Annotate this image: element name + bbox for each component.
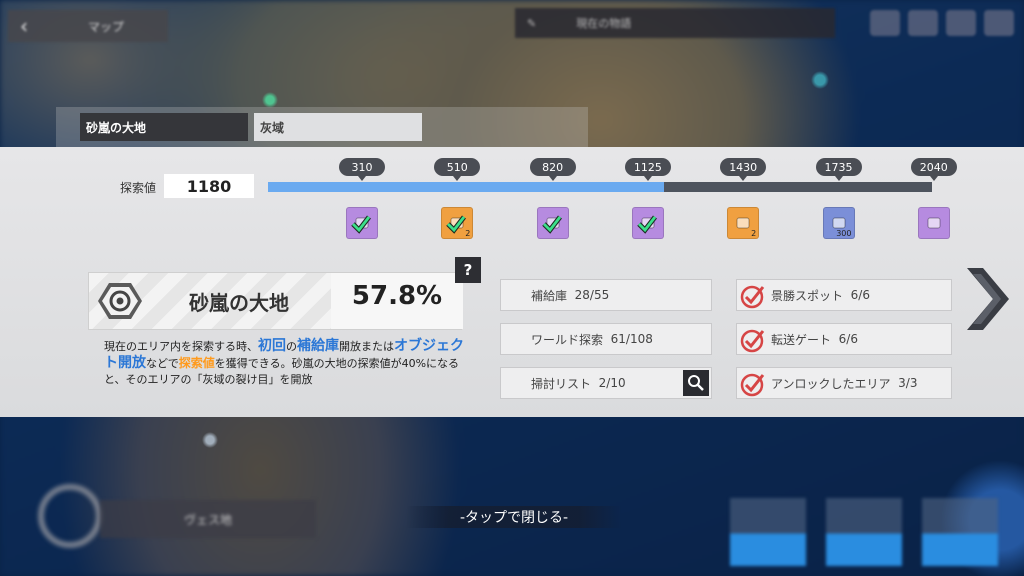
milestone-marker: 1735 [815,158,862,181]
map-gear-icon[interactable] [38,484,102,548]
stat-sweep-list[interactable]: 掃討リスト 2/10 [500,367,712,399]
reward-quantity: 2 [465,229,471,238]
bottom-slot[interactable] [922,498,998,566]
completed-check-icon [740,329,765,353]
milestone-marker: 2040 [910,158,957,181]
milestone-marker: 1430 [720,158,767,181]
region-label[interactable]: ヴェス地 [100,500,316,538]
desc-highlight: 初回 [258,338,286,354]
back-label: マップ [88,19,125,34]
desc-text: 現在のエリア内を探索する時、 [104,340,258,353]
material-icon[interactable]: 2 [441,207,474,239]
desc-highlight: 補給庫 [297,338,339,354]
resource-slot-icon[interactable] [908,10,938,36]
stat-teleport-gates[interactable]: 転送ゲート 6/6 [736,323,952,355]
stat-value: 28/55 [574,288,610,302]
area-exploration-percent: 57.8% [351,281,443,311]
tab-label: 砂嵐の大地 [86,120,147,135]
stat-value: 6/6 [838,332,858,346]
stat-value: 3/3 [898,376,918,390]
completed-check-icon [740,285,765,309]
quest-tracker[interactable]: ✎ 現在の物語 [515,8,835,38]
resource-slot-icon[interactable] [984,10,1014,36]
tab-ash-zone[interactable]: 灰域 [254,113,422,141]
completed-check-icon [740,373,765,397]
book-icon[interactable]: 2 [727,207,760,239]
reward-quantity: 300 [836,229,852,238]
item-glyph-icon [927,217,941,229]
back-chevron-icon: ‹ [20,14,28,38]
stat-label: 掃討リスト [531,376,592,391]
milestone-marker: 510 [434,158,481,181]
exploration-progress-fill [268,182,664,192]
stat-label: 転送ゲート [771,332,832,347]
currency-icon[interactable]: 300 [822,207,855,239]
back-button[interactable]: ‹ マップ [8,10,168,42]
claimed-check-icon [541,215,562,234]
stat-world-exploration[interactable]: ワールド探索 61/108 [500,323,712,355]
desc-text: 開放または [339,340,394,353]
claimed-check-icon [446,215,467,234]
stat-label: アンロックしたエリア [771,376,891,391]
desc-text: の [286,340,297,353]
resource-bar [870,10,1014,36]
stat-supply-crates[interactable]: 補給庫 28/55 [500,279,712,311]
exploration-value: 1180 [164,174,254,198]
tab-label: 灰域 [260,120,285,135]
exploration-panel: 探索値 1180 310 510 820 1125 1430 1735 2040 2 2 300… [0,147,1024,417]
desc-text: などで [146,357,179,370]
supply-crate-icon[interactable] [631,207,664,239]
search-button[interactable] [683,370,709,396]
tap-to-close-hint[interactable]: -タップで閉じる- [406,506,622,528]
next-area-arrow-icon[interactable] [963,264,1013,334]
stat-value: 6/6 [850,288,870,302]
resource-slot-icon[interactable] [946,10,976,36]
exploration-progress-bar [268,182,932,192]
stat-label: 景勝スポット [771,288,844,303]
milestone-marker: 310 [339,158,385,181]
stat-unlocked-areas[interactable]: アンロックしたエリア 3/3 [736,367,952,399]
chip-icon[interactable] [917,207,950,239]
wrench-icon: ✎ [527,16,537,30]
help-button[interactable]: ? [455,257,481,283]
quest-tracker-text: 現在の物語 [576,17,632,30]
sandstorm-area-icon [98,283,142,319]
stat-value: 61/108 [610,332,653,346]
top-bar: ‹ マップ ✎ 現在の物語 [0,0,1024,44]
desc-highlight: 探索値 [178,356,215,370]
area-tabs: 砂嵐の大地 灰域 [56,107,588,147]
supply-crate-icon[interactable] [536,207,569,239]
bottom-slot[interactable] [826,498,902,566]
area-description: 現在のエリア内を探索する時、初回の補給庫開放またはオブジェクト開放などで探索値を… [104,338,470,388]
milestone-marker: 1125 [624,158,671,181]
resource-slot-icon[interactable] [870,10,900,36]
claimed-check-icon [351,215,371,234]
stat-label: 補給庫 [531,288,568,303]
reward-quantity: 2 [751,229,757,238]
stat-value: 2/10 [598,376,626,390]
exploration-value-label: 探索値 [120,181,157,195]
supply-crate-icon[interactable] [346,207,378,239]
area-name: 砂嵐の大地 [189,291,289,315]
bottom-slot[interactable] [730,498,806,566]
tab-sandstorm-land[interactable]: 砂嵐の大地 [80,113,248,141]
milestone-marker: 820 [529,158,576,181]
claimed-check-icon [637,215,657,234]
area-summary-card: 砂嵐の大地 57.8% [88,272,463,330]
search-icon [688,375,704,391]
stat-label: ワールド探索 [531,332,604,347]
stat-scenic-spots[interactable]: 景勝スポット 6/6 [736,279,952,311]
